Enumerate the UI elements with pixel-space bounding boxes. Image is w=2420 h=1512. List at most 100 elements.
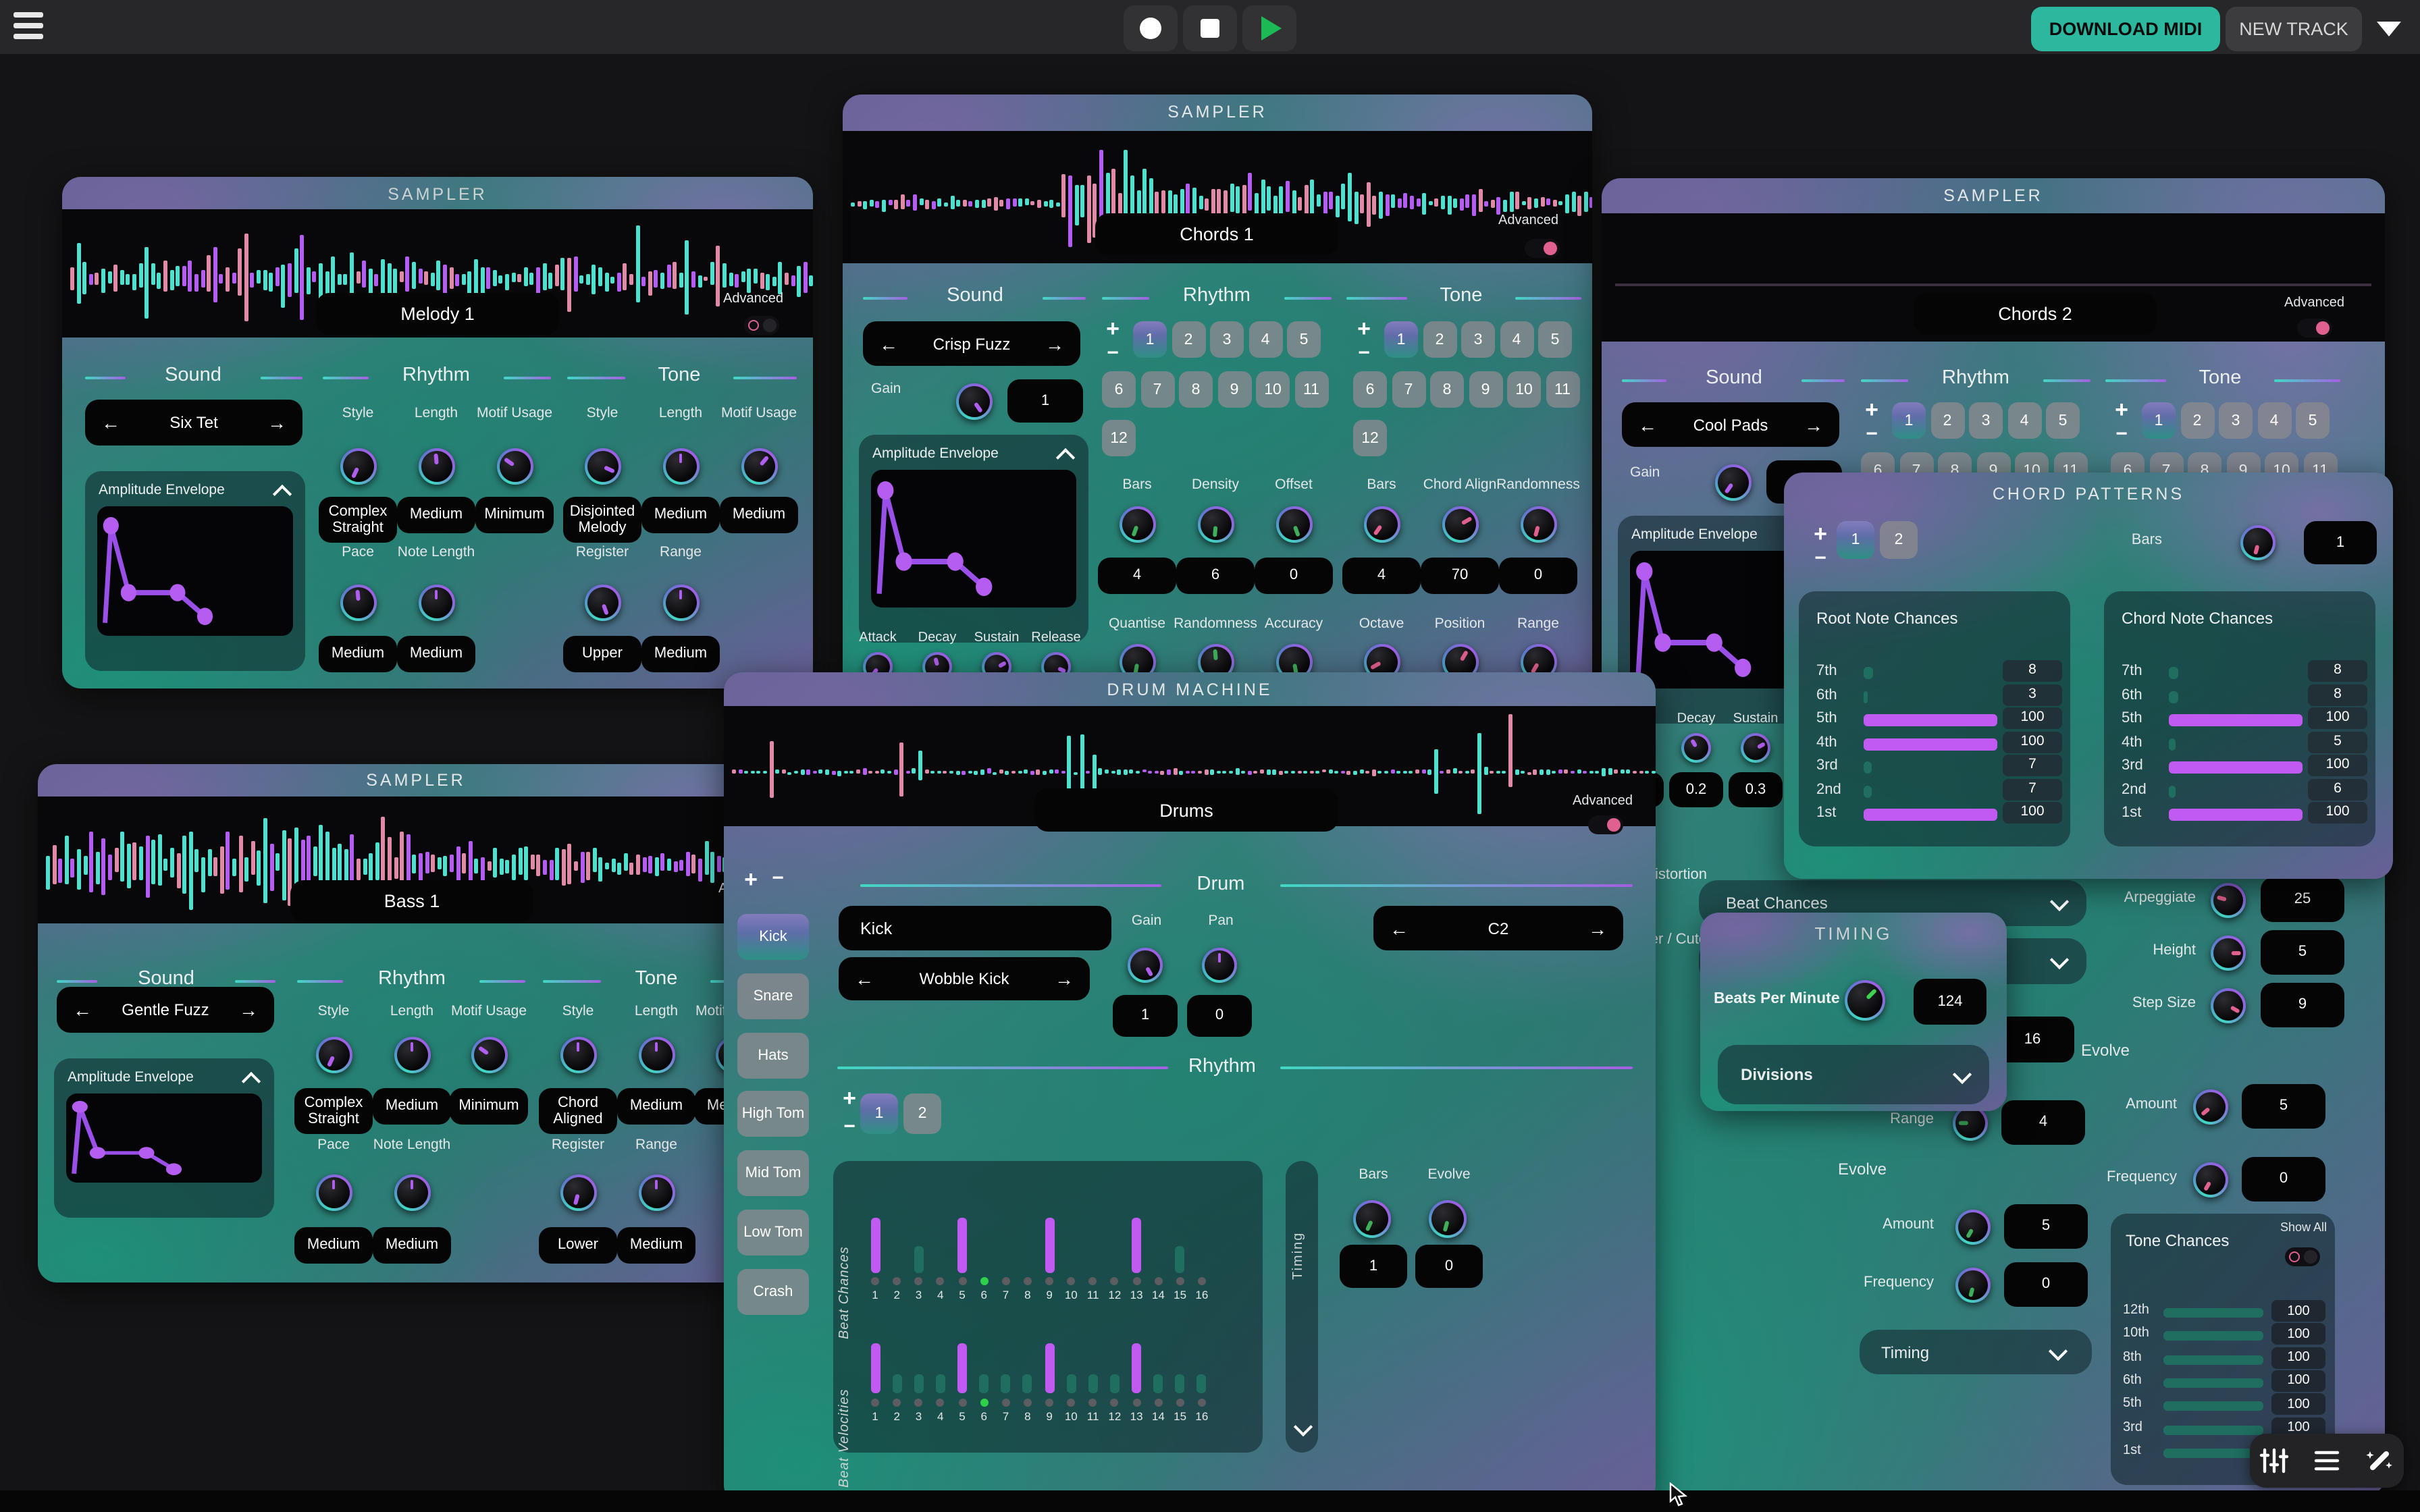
velocity-bar[interactable] <box>1001 1374 1011 1393</box>
adsr-value[interactable]: 0.3 <box>1729 772 1783 807</box>
prev-arrow-icon[interactable]: ← <box>1390 917 1409 939</box>
prev-arrow-icon[interactable]: ← <box>73 999 92 1021</box>
amount-value[interactable]: 5 <box>2004 1204 2088 1249</box>
knob-value[interactable]: Medium <box>397 636 475 672</box>
row-bar[interactable] <box>1864 691 1868 703</box>
drum-tab-snare[interactable]: Snare <box>737 973 809 1019</box>
knob-style[interactable] <box>584 448 621 484</box>
prev-arrow-icon[interactable]: ← <box>101 412 120 433</box>
row-bar[interactable] <box>2169 809 2303 821</box>
pan-value[interactable]: 0 <box>1187 995 1252 1037</box>
magic-wand-icon[interactable] <box>2363 1444 2396 1477</box>
chance-bar[interactable] <box>870 1218 880 1273</box>
row-bar[interactable] <box>1864 785 1872 797</box>
knob-value[interactable]: 0 <box>1255 558 1333 594</box>
mixer-sliders-icon[interactable] <box>2258 1444 2290 1477</box>
step_size-knob[interactable] <box>2211 988 2246 1023</box>
knob-value[interactable]: Lower <box>539 1227 617 1264</box>
row-bar[interactable] <box>2169 667 2178 679</box>
tone-row-bar[interactable] <box>2163 1355 2263 1364</box>
pattern-button-1[interactable]: 1 <box>1133 321 1167 358</box>
pattern-button-9[interactable]: 9 <box>1469 371 1502 408</box>
knob-style[interactable] <box>315 1036 352 1073</box>
knob-value[interactable]: 4 <box>1342 558 1421 594</box>
knob-register[interactable] <box>560 1174 596 1210</box>
tone-row-bar[interactable] <box>2163 1308 2263 1318</box>
drum-preset-selector[interactable]: ←Wobble Kick→ <box>839 957 1090 1000</box>
note-selector[interactable]: ←C2→ <box>1373 906 1623 950</box>
tone-row-value[interactable]: 100 <box>2271 1300 2325 1322</box>
next-arrow-icon[interactable]: → <box>239 999 258 1021</box>
chance-bar[interactable] <box>1045 1218 1054 1273</box>
knob-offset[interactable] <box>1275 506 1312 542</box>
gain-knob[interactable] <box>1128 948 1163 983</box>
remove-pattern-button[interactable]: − <box>1861 423 1883 444</box>
grid-bars-value[interactable]: 1 <box>1340 1245 1407 1288</box>
row-value[interactable]: 6 <box>2308 778 2367 800</box>
velocity-bar[interactable] <box>870 1343 880 1393</box>
row-bar[interactable] <box>2169 738 2175 750</box>
knob-value[interactable]: Medium <box>617 1227 695 1264</box>
bars-knob[interactable] <box>2240 525 2276 560</box>
velocity-bar[interactable] <box>1088 1374 1098 1393</box>
divisions-dropdown[interactable]: Divisions <box>1718 1045 1989 1104</box>
bars-value[interactable]: 1 <box>2304 521 2377 564</box>
download-midi-button[interactable]: DOWNLOAD MIDI <box>2031 7 2220 51</box>
remove-pattern-button[interactable]: − <box>2111 423 2132 444</box>
velocity-bar[interactable] <box>1066 1374 1076 1393</box>
knob-value[interactable]: 70 <box>1421 558 1499 594</box>
knob-note-length[interactable] <box>418 584 454 620</box>
velocity-bar[interactable] <box>1023 1374 1032 1393</box>
timing-dropdown[interactable]: Timing <box>1860 1330 2092 1374</box>
tone-row-value[interactable]: 100 <box>2271 1347 2325 1368</box>
row-value[interactable]: 8 <box>2003 660 2062 682</box>
pattern-button-7[interactable]: 7 <box>1392 371 1425 408</box>
drum-tab-kick[interactable]: Kick <box>737 914 809 960</box>
adsr-knob[interactable] <box>1741 733 1770 763</box>
row-value[interactable]: 100 <box>2308 755 2367 776</box>
drum-tab-hats[interactable]: Hats <box>737 1032 809 1078</box>
pattern-button-2[interactable]: 2 <box>2180 402 2214 439</box>
drum-name-input[interactable]: Kick <box>839 906 1111 950</box>
pattern-button-3[interactable]: 3 <box>1461 321 1495 358</box>
velocity-bar[interactable] <box>957 1343 967 1393</box>
gain-value[interactable]: 1 <box>1007 379 1083 423</box>
add-pattern-button[interactable]: + <box>1810 521 1831 543</box>
pattern-tab-2[interactable]: 2 <box>903 1094 941 1134</box>
pattern-button-2[interactable]: 2 <box>1423 321 1456 358</box>
sound-selector[interactable]: ←Six Tet→ <box>85 400 302 446</box>
pattern-button-5[interactable]: 5 <box>1538 321 1572 358</box>
knob-randomness[interactable] <box>1520 506 1556 542</box>
tone-row-value[interactable]: 100 <box>2271 1393 2325 1415</box>
knob-note-length[interactable] <box>394 1174 430 1210</box>
row-value[interactable]: 100 <box>2003 707 2062 729</box>
grid-bars-knob[interactable] <box>1353 1200 1391 1238</box>
pattern-button-1[interactable]: 1 <box>1384 321 1418 358</box>
drum-tab-crash[interactable]: Crash <box>737 1269 809 1315</box>
height-knob[interactable] <box>2211 936 2246 971</box>
knob-value[interactable]: Minimum <box>450 1088 528 1125</box>
timing-side-tab[interactable]: Timing <box>1286 1161 1318 1453</box>
knob-value[interactable]: Complex Straight <box>294 1088 373 1134</box>
pattern-button-4[interactable]: 4 <box>1248 321 1282 358</box>
drum-tab-mid-tom[interactable]: Mid Tom <box>737 1150 809 1196</box>
drum-tab-high-tom[interactable]: High Tom <box>737 1091 809 1137</box>
gain-knob[interactable] <box>1714 464 1751 500</box>
pattern-button-12[interactable]: 12 <box>1353 420 1387 456</box>
gain-value[interactable]: 1 <box>1113 995 1178 1037</box>
knob-bars[interactable] <box>1119 506 1155 542</box>
knob-value[interactable]: Complex Straight <box>319 497 397 543</box>
remove-pattern-button[interactable]: − <box>1810 547 1831 568</box>
pattern-button-7[interactable]: 7 <box>1140 371 1174 408</box>
tone-row-bar[interactable] <box>2163 1401 2263 1411</box>
advanced-toggle[interactable] <box>1525 239 1560 258</box>
row-value[interactable]: 8 <box>2308 660 2367 682</box>
drum-tab-low-tom[interactable]: Low Tom <box>737 1210 809 1256</box>
bpm-knob[interactable] <box>1845 980 1885 1021</box>
envelope-graph[interactable] <box>97 506 293 636</box>
next-arrow-icon[interactable]: → <box>1804 414 1823 435</box>
next-arrow-icon[interactable]: → <box>1588 917 1607 939</box>
pattern-button-4[interactable]: 4 <box>2257 402 2291 439</box>
adsr-knob[interactable] <box>1681 733 1711 763</box>
next-arrow-icon[interactable]: → <box>1055 968 1074 990</box>
